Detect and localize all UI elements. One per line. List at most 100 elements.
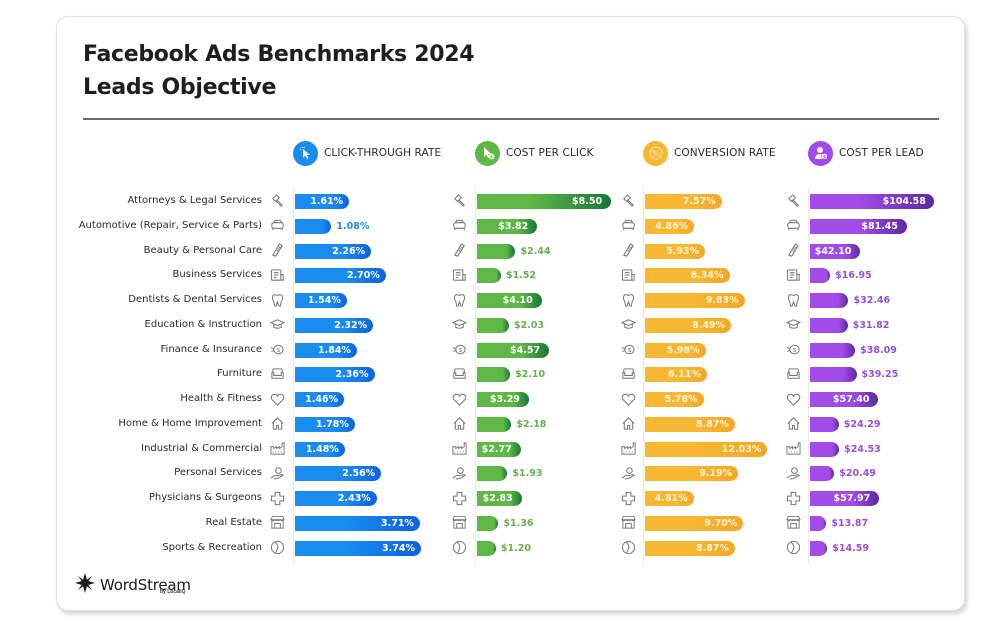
column-label: COST PER LEAD (839, 147, 924, 159)
category-label: Sports & Recreation (162, 541, 262, 553)
value-label-cpc: $8.50 (572, 196, 603, 207)
bar-cpc (477, 540, 496, 556)
car-icon (451, 218, 467, 234)
value-label-cvr: 6.11% (667, 369, 701, 381)
category-label: Industrial & Commercial (141, 442, 262, 454)
value-label-cpc: $2.77 (481, 443, 512, 455)
hand-heart-icon (785, 465, 801, 481)
car-icon (269, 218, 285, 234)
value-label-cvr: 5.93% (666, 245, 700, 257)
category-label: Health & Fitness (180, 393, 262, 404)
value-label-cpc: $4.10 (502, 295, 533, 306)
bar-cpc (477, 317, 509, 333)
value-label-cpc: $2.83 (482, 493, 513, 504)
page-title: Facebook Ads Benchmarks 2024 Leads Objec… (83, 38, 475, 104)
value-label-cpc: $2.03 (514, 319, 545, 331)
gavel-icon (451, 193, 467, 209)
armchair-icon (785, 366, 801, 382)
armchair-icon (451, 366, 467, 382)
column-label: CONVERSION RATE (674, 147, 776, 159)
category-label: Furniture (217, 368, 262, 380)
value-label-cpl: $24.29 (843, 418, 881, 430)
house-icon (620, 416, 636, 432)
value-label-ctr: 2.36% (335, 369, 369, 381)
svg-text:$: $ (276, 348, 280, 354)
storefront-icon (785, 515, 801, 531)
value-label-ctr: 2.70% (346, 270, 380, 282)
value-label-ctr: 2.56% (342, 468, 376, 480)
category-label: Business Services (172, 269, 262, 281)
tooth-icon (785, 292, 801, 308)
value-label-ctr: 1.48% (305, 443, 339, 455)
value-label-cpl: $39.25 (861, 369, 899, 381)
value-label-cvr: 12.03% (721, 443, 762, 455)
hand-heart-icon (451, 465, 467, 481)
car-icon (620, 218, 636, 234)
value-label-ctr: 1.84% (317, 344, 351, 356)
heart-icon (620, 391, 636, 407)
bar-cpl (810, 441, 840, 457)
ball-icon (269, 540, 285, 556)
category-label: Attorneys & Legal Services (127, 195, 262, 206)
title-line-1: Facebook Ads Benchmarks 2024 (83, 42, 475, 67)
value-label-ctr: 1.54% (307, 295, 341, 306)
comb-icon (785, 243, 801, 259)
armchair-icon (269, 366, 285, 382)
title-divider (83, 118, 939, 120)
bar-cpl (810, 367, 857, 383)
graduation-cap-icon (451, 317, 467, 333)
column-header-cpc: $ COST PER CLICK (475, 140, 594, 166)
value-label-cpl: $42.10 (814, 245, 852, 257)
value-label-cpl: $38.09 (860, 344, 897, 356)
value-label-cvr: 4.86% (655, 220, 689, 232)
wordstream-mark-icon (74, 572, 96, 598)
value-label-cpl: $81.45 (861, 220, 899, 232)
value-label-cpc: $1.93 (512, 468, 543, 480)
tooth-icon (269, 292, 285, 308)
bar-cpl (810, 268, 831, 284)
cpc-axis-line (475, 186, 476, 566)
piggy-bank-icon: $ (451, 342, 467, 358)
storefront-icon (620, 515, 636, 531)
value-label-cpc: $3.82 (498, 220, 529, 232)
house-icon (451, 416, 467, 432)
value-label-ctr: 2.32% (334, 319, 368, 331)
value-label-ctr: 1.46% (305, 394, 339, 405)
value-label-cpc: $4.57 (510, 344, 541, 356)
factory-icon (451, 441, 467, 457)
value-label-cvr: 9.83% (705, 295, 739, 306)
value-label-cvr: 9.70% (704, 517, 738, 529)
value-label-cpc: $1.36 (503, 517, 534, 529)
svg-text:$: $ (627, 348, 631, 354)
armchair-icon (620, 366, 636, 382)
column-label: CLICK-THROUGH RATE (324, 147, 442, 159)
bar-cpl (810, 515, 827, 531)
piggy-bank-icon: $ (785, 342, 801, 358)
storefront-icon (269, 515, 285, 531)
gavel-icon (620, 193, 636, 209)
bar-cpl (810, 540, 828, 556)
value-label-cpl: $104.58 (882, 196, 926, 207)
document-icon (451, 267, 467, 283)
cursor-dollar-icon: $ (475, 140, 500, 166)
factory-icon (620, 441, 636, 457)
bar-cpc (477, 416, 512, 432)
car-icon (785, 218, 801, 234)
heart-icon (269, 391, 285, 407)
value-label-cpl: $14.59 (832, 542, 869, 554)
piggy-bank-icon: $ (620, 342, 636, 358)
brand-sub: by LocaliQ (160, 589, 186, 595)
value-label-cpl: $13.87 (831, 517, 869, 529)
bar-cpc (477, 466, 508, 482)
value-label-ctr: 2.43% (337, 493, 371, 504)
title-line-2: Leads Objective (83, 75, 277, 100)
category-label: Home & Home Improvement (118, 417, 262, 429)
piggy-bank-icon: $ (269, 342, 285, 358)
value-label-cpl: $20.49 (839, 468, 876, 480)
svg-text:$: $ (458, 348, 462, 354)
bar-cpl (810, 317, 848, 333)
ball-icon (451, 540, 467, 556)
graduation-cap-icon (620, 317, 636, 333)
gavel-icon (269, 193, 285, 209)
hand-heart-icon (269, 465, 285, 481)
